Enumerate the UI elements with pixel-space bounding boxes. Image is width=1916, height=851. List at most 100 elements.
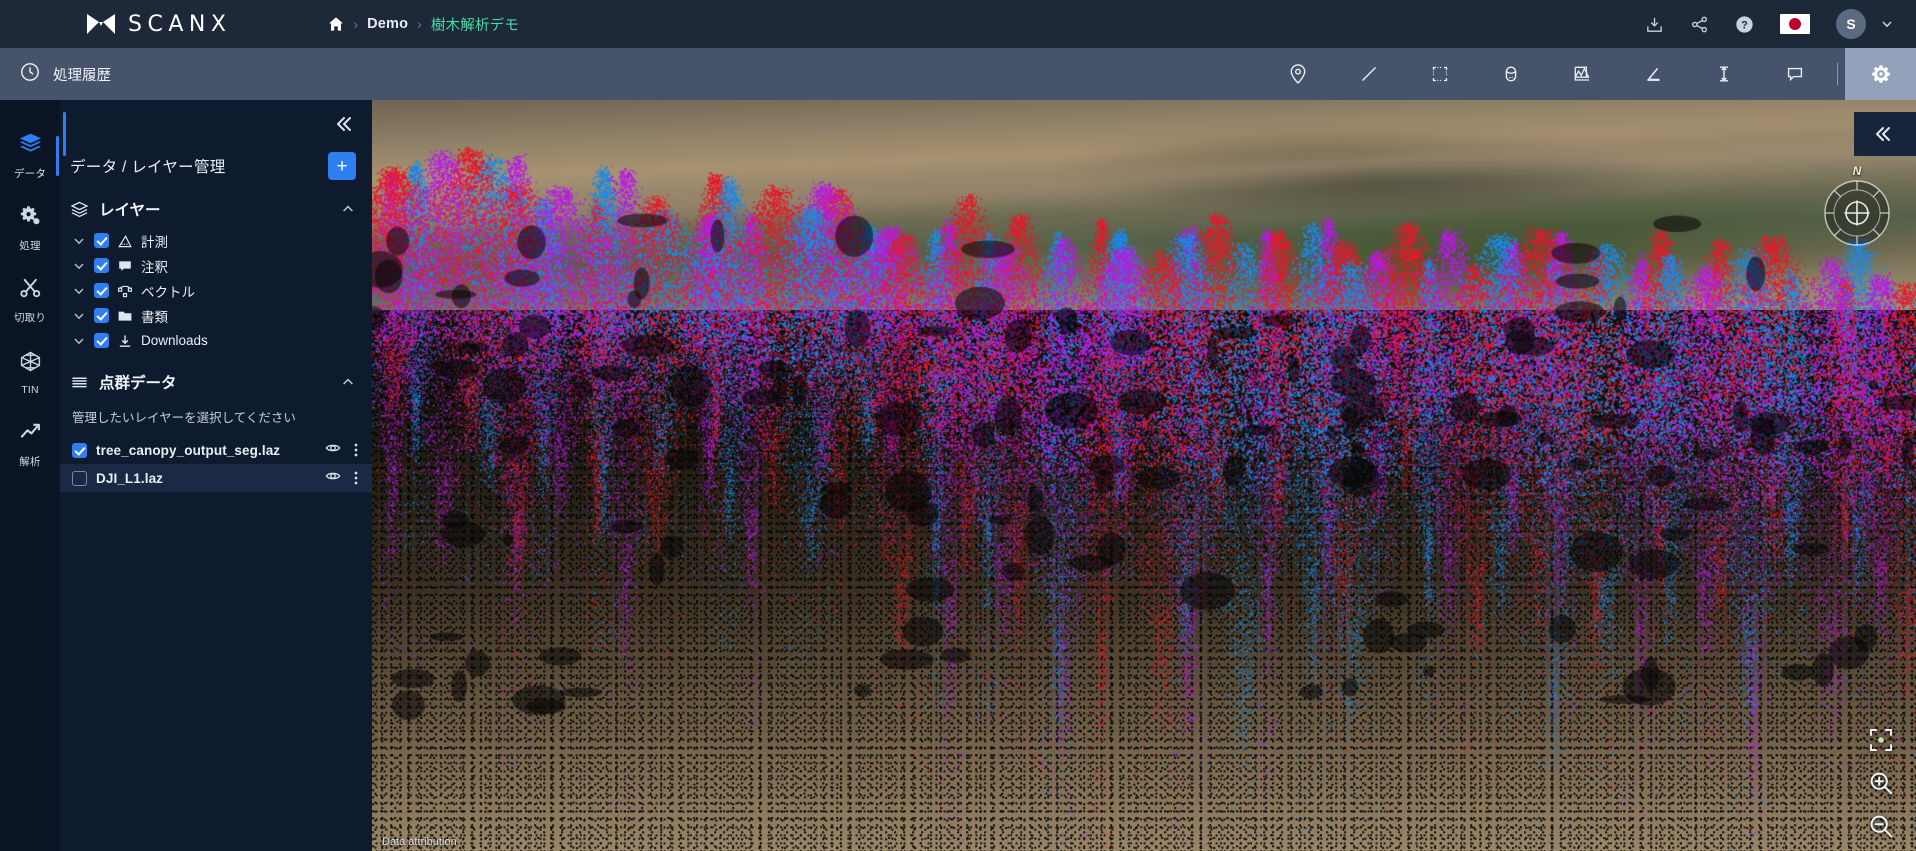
help-icon[interactable]: ?	[1735, 15, 1754, 34]
sidebar-item-tin[interactable]: TIN	[0, 336, 60, 408]
layer-label: Downloads	[141, 333, 208, 348]
scissors-icon	[18, 275, 43, 305]
share-icon[interactable]	[1690, 15, 1709, 34]
layer-label: 計測	[141, 231, 168, 251]
pointcloud-checkbox[interactable]	[72, 443, 87, 458]
panel-header: データ / レイヤー管理 +	[60, 100, 372, 180]
avatar[interactable]: S	[1836, 9, 1866, 39]
more-options-icon[interactable]	[348, 442, 362, 458]
zoom-in-button[interactable]	[1867, 769, 1895, 802]
point-marker-tool[interactable]	[1262, 48, 1333, 100]
brand-wordmark: SCANX	[128, 12, 231, 37]
toolbar-divider	[1837, 63, 1838, 85]
pointcloud-row-dji-l1[interactable]: DJI_L1.laz	[60, 464, 372, 492]
angle-tool[interactable]	[1617, 48, 1688, 100]
settings-button[interactable]	[1845, 48, 1916, 100]
pointcloud-file-name: tree_canopy_output_seg.laz	[96, 443, 280, 458]
sidebar-item-data[interactable]: データ	[0, 120, 60, 192]
height-tool[interactable]	[1688, 48, 1759, 100]
processing-history-button[interactable]: 処理履歴	[12, 56, 119, 92]
left-rail: データ 処理 切取り	[0, 100, 60, 851]
pointcloud-hint: 管理したいレイヤーを選択してください	[60, 401, 372, 436]
sidebar-item-label: 処理	[19, 238, 40, 253]
compass-icon[interactable]	[1822, 178, 1892, 248]
add-layer-button[interactable]: +	[328, 152, 356, 180]
layer-row-vector[interactable]: ベクトル	[60, 278, 372, 303]
pointcloud-row-tree-canopy[interactable]: tree_canopy_output_seg.laz	[60, 436, 372, 464]
layer-checkbox[interactable]	[94, 283, 109, 298]
svg-text:?: ?	[1741, 19, 1748, 31]
fit-to-view-button[interactable]	[1867, 726, 1895, 759]
comment-tool[interactable]	[1759, 48, 1830, 100]
panel-accent-bar	[63, 112, 66, 156]
sidebar-item-clip[interactable]: 切取り	[0, 264, 60, 336]
layer-label: ベクトル	[141, 281, 195, 301]
layer-label: 注釈	[141, 256, 168, 276]
tin-mesh-icon	[18, 349, 43, 379]
cross-section-tool[interactable]	[1546, 48, 1617, 100]
distance-tool[interactable]	[1333, 48, 1404, 100]
sidebar-item-label: データ	[14, 166, 46, 181]
pointcloud-scene	[372, 100, 1916, 851]
measure-toolbar: 処理履歴	[0, 48, 1916, 100]
list-icon	[70, 373, 89, 392]
processing-history-label: 処理履歴	[53, 64, 111, 85]
chevron-down-icon[interactable]	[72, 334, 86, 348]
compass-north-label: N	[1853, 164, 1862, 178]
layers-stack-icon	[70, 200, 89, 219]
sidebar-item-label: TIN	[21, 384, 39, 396]
pointcloud-checkbox[interactable]	[72, 471, 87, 486]
breadcrumb-item-demo[interactable]: Demo	[367, 16, 408, 32]
measure-icon	[117, 233, 133, 249]
chevron-up-icon[interactable]	[340, 201, 356, 217]
chevron-down-icon[interactable]	[72, 309, 86, 323]
layer-row-documents[interactable]: 書類	[60, 303, 372, 328]
compass-widget[interactable]: N	[1822, 178, 1892, 248]
brand-logo[interactable]: SCANX	[86, 12, 231, 37]
top-bar: SCANX › Demo › 樹木解析デモ	[0, 0, 1916, 48]
layers-section-title: レイヤー	[99, 198, 161, 220]
layer-row-chushaku[interactable]: 注釈	[60, 253, 372, 278]
chevron-down-icon[interactable]	[72, 284, 86, 298]
visibility-eye-icon[interactable]	[325, 440, 341, 461]
viewport-collapse-button[interactable]	[1854, 112, 1916, 156]
viewport-zoom-controls	[1858, 726, 1904, 845]
layer-checkbox[interactable]	[94, 258, 109, 273]
area-tool[interactable]	[1404, 48, 1475, 100]
pointcloud-section-header[interactable]: 点群データ	[60, 353, 372, 401]
jp-flag-icon[interactable]	[1780, 14, 1810, 34]
layer-label: 書類	[141, 306, 168, 326]
layer-checkbox[interactable]	[94, 333, 109, 348]
sidebar-item-process[interactable]: 処理	[0, 192, 60, 264]
annotation-icon	[117, 258, 133, 274]
3d-viewport[interactable]: Data attribution N	[372, 100, 1916, 851]
home-icon[interactable]	[328, 16, 344, 32]
layer-checkbox[interactable]	[94, 308, 109, 323]
zoom-out-button[interactable]	[1867, 812, 1895, 845]
breadcrumb-item-current[interactable]: 樹木解析デモ	[431, 14, 519, 35]
sidebar-item-label: 切取り	[14, 310, 46, 325]
layer-row-downloads[interactable]: Downloads	[60, 328, 372, 353]
download-icon	[117, 333, 133, 349]
data-layer-panel: データ / レイヤー管理 + レイヤー	[60, 100, 372, 851]
chevron-up-icon[interactable]	[340, 374, 356, 390]
layer-row-keisoku[interactable]: 計測	[60, 228, 372, 253]
layers-section-header[interactable]: レイヤー	[60, 180, 372, 228]
volume-tool[interactable]	[1475, 48, 1546, 100]
breadcrumb-separator: ›	[353, 17, 358, 31]
chevron-down-icon[interactable]	[72, 259, 86, 273]
download-icon[interactable]	[1645, 15, 1664, 34]
trend-up-icon	[18, 419, 43, 449]
layer-checkbox[interactable]	[94, 233, 109, 248]
breadcrumb: › Demo › 樹木解析デモ	[328, 14, 519, 35]
map-attribution: Data attribution	[382, 836, 457, 848]
pointcloud-section-title: 点群データ	[99, 371, 177, 393]
panel-collapse-button[interactable]	[334, 112, 358, 136]
more-options-icon[interactable]	[348, 470, 362, 486]
breadcrumb-separator: ›	[417, 17, 422, 31]
clock-icon	[20, 62, 40, 86]
chevron-down-icon[interactable]	[1880, 17, 1894, 31]
chevron-down-icon[interactable]	[72, 234, 86, 248]
sidebar-item-analysis[interactable]: 解析	[0, 408, 60, 480]
visibility-eye-icon[interactable]	[325, 468, 341, 489]
